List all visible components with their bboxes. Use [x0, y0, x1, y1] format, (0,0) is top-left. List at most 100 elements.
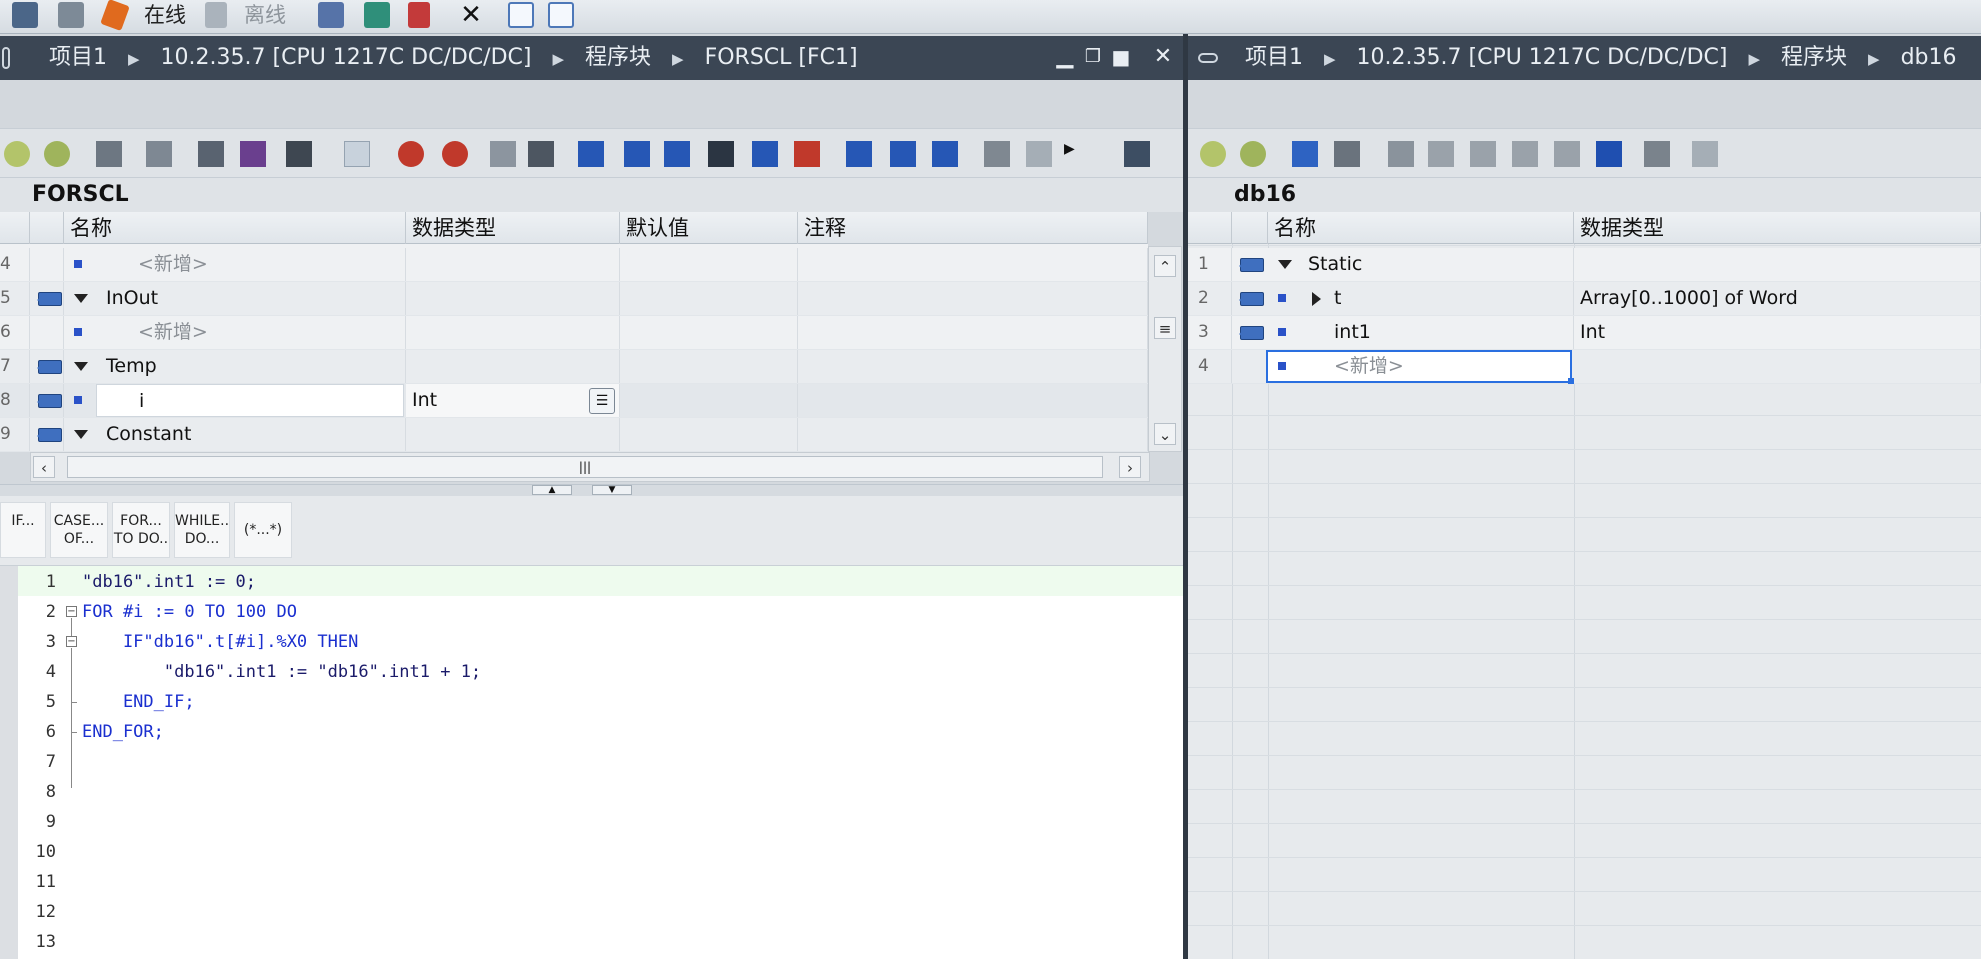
go-online-icon[interactable] — [100, 0, 130, 31]
stop-cpu-icon[interactable] — [408, 2, 430, 28]
prev-bookmark-icon[interactable] — [890, 141, 916, 167]
column-name[interactable]: 名称 — [1268, 212, 1574, 244]
template-for[interactable]: FOR... TO DO.. — [112, 502, 170, 558]
table-row[interactable]: 6 <新增> — [0, 316, 1148, 350]
close-cross-icon[interactable]: ✕ — [458, 2, 484, 28]
scroll-left-icon[interactable]: ‹ — [33, 456, 55, 478]
copy-snapshot-icon[interactable] — [1334, 141, 1360, 167]
accessible-devices-icon[interactable] — [318, 2, 344, 28]
export-icon[interactable] — [96, 141, 122, 167]
monitor-glasses-icon[interactable] — [1026, 141, 1052, 167]
column-name[interactable]: 名称 — [64, 212, 406, 244]
breadcrumb-project[interactable]: 项目1 — [1245, 36, 1303, 80]
monitor-icon[interactable] — [286, 141, 312, 167]
column-comment[interactable]: 注释 — [798, 212, 1148, 244]
variable-name[interactable]: int1 — [1268, 316, 1574, 349]
add-new-label[interactable]: <新增> — [64, 248, 406, 281]
float-icon[interactable]: ❐ — [1080, 44, 1106, 70]
bookmark-icon[interactable] — [846, 141, 872, 167]
section-name[interactable]: InOut — [64, 282, 406, 315]
format-icon[interactable] — [708, 141, 734, 167]
split-down-icon[interactable]: ▼ — [592, 485, 632, 495]
add-new-label[interactable]: <新增> — [1268, 350, 1568, 383]
table-row[interactable]: 5 InOut — [0, 282, 1148, 316]
goto-icon[interactable] — [752, 141, 778, 167]
pin-icon[interactable] — [2, 47, 10, 69]
horizontal-scrollbar[interactable]: ‹ ||| › — [30, 452, 1150, 482]
datatype-field[interactable]: Int — [406, 384, 620, 417]
more-arrow-icon[interactable]: ▶ — [1064, 141, 1090, 167]
breadcrumb-program-blocks[interactable]: 程序块 — [1781, 36, 1847, 80]
comment-icon[interactable] — [490, 141, 516, 167]
split-up-icon[interactable]: ▲ — [532, 485, 572, 495]
code-line[interactable]: "db16".int1 := "db16".int1 + 1; — [82, 662, 481, 682]
code-line[interactable]: "db16".int1 := 0; — [82, 572, 256, 592]
pin-icon[interactable] — [1198, 53, 1218, 63]
column-default[interactable]: 默认值 — [620, 212, 798, 244]
syntax-icon[interactable] — [344, 141, 370, 167]
table-row[interactable]: 2 t Array[0..1000] of Word — [1188, 282, 1981, 316]
watch-icon[interactable] — [984, 141, 1010, 167]
clear-breakpoint-icon[interactable] — [398, 141, 424, 167]
breadcrumb-project[interactable]: 项目1 — [49, 36, 107, 80]
fold-minus-icon[interactable]: − — [66, 606, 77, 617]
breadcrumb-cpu[interactable]: 10.2.35.7 [CPU 1217C DC/DC/DC] — [161, 36, 532, 80]
insert-row-icon[interactable] — [1200, 141, 1226, 167]
breadcrumb-block[interactable]: FORSCL [FC1] — [705, 36, 858, 80]
datatype-picker-icon[interactable]: ☰ — [589, 388, 615, 414]
clear-all-breakpoints-icon[interactable] — [442, 141, 468, 167]
maximize-icon[interactable]: ■ — [1108, 44, 1134, 70]
section-name[interactable]: Constant — [64, 418, 406, 451]
align-icon[interactable] — [198, 141, 224, 167]
monitor-glasses-icon[interactable] — [1692, 141, 1718, 167]
column-datatype[interactable]: 数据类型 — [406, 212, 620, 244]
start-cpu-icon[interactable] — [364, 2, 390, 28]
compile-icon[interactable] — [12, 2, 38, 28]
section-name[interactable]: Static — [1268, 248, 1574, 281]
fold-minus-icon[interactable]: − — [66, 636, 77, 647]
table-row[interactable]: 3 int1 Int — [1188, 316, 1981, 350]
template-case[interactable]: CASE... OF... — [50, 502, 108, 558]
split-vertical-icon[interactable] — [548, 2, 574, 28]
variable-type[interactable]: Int — [1574, 316, 1981, 349]
interface-icon[interactable] — [146, 141, 172, 167]
code-line[interactable]: END_IF; — [82, 692, 195, 712]
snapshot-icon[interactable] — [1292, 141, 1318, 167]
code-editor[interactable]: 1 2 3 4 5 6 7 8 9 10 11 12 13 − − "db16"… — [0, 566, 1183, 959]
keep-values-icon[interactable] — [1388, 141, 1414, 167]
set-start-values-icon[interactable] — [1512, 141, 1538, 167]
table-row[interactable]: 7 Temp — [0, 350, 1148, 384]
minimize-icon[interactable]: ▁ — [1052, 44, 1078, 70]
variable-name-field[interactable]: i — [96, 384, 404, 417]
table-row[interactable]: 9 Constant — [0, 418, 1148, 452]
next-bookmark-icon[interactable] — [932, 141, 958, 167]
add-row-icon[interactable] — [44, 141, 70, 167]
splitter[interactable]: ▲ ▼ — [0, 484, 1183, 496]
template-if[interactable]: IF... — [0, 502, 46, 558]
split-horizontal-icon[interactable] — [508, 2, 534, 28]
template-while[interactable]: WHILE.. DO... — [174, 502, 230, 558]
scroll-up-icon[interactable]: ⌃ — [1154, 255, 1176, 277]
code-line[interactable]: END_FOR; — [82, 722, 164, 742]
jump-icon[interactable] — [240, 141, 266, 167]
breadcrumb-program-blocks[interactable]: 程序块 — [585, 36, 651, 80]
section-name[interactable]: Temp — [64, 350, 406, 383]
variable-name[interactable]: t — [1268, 282, 1574, 315]
increase-indent-icon[interactable] — [624, 141, 650, 167]
insert-row-icon[interactable] — [4, 141, 30, 167]
template-comment[interactable]: (*...*) — [234, 502, 292, 558]
table-row[interactable]: 1 Static — [1188, 248, 1981, 282]
go-offline-icon[interactable] — [205, 2, 227, 28]
decrease-indent-icon[interactable] — [664, 141, 690, 167]
table-row[interactable]: 4 <新增> — [1188, 350, 1981, 384]
load-start-values-icon[interactable] — [1428, 141, 1454, 167]
scroll-right-icon[interactable]: › — [1119, 456, 1141, 478]
add-row-icon[interactable] — [1240, 141, 1266, 167]
scroll-thumb[interactable]: ||| — [67, 456, 1103, 478]
table-row[interactable]: 8 i Int ☰ — [0, 384, 1148, 418]
add-new-label[interactable]: <新增> — [64, 316, 406, 349]
code-line[interactable]: IF"db16".t[#i].%X0 THEN — [82, 632, 358, 652]
breadcrumb-cpu[interactable]: 10.2.35.7 [CPU 1217C DC/DC/DC] — [1357, 36, 1728, 80]
expand-all-icon[interactable] — [1596, 141, 1622, 167]
initialize-icon[interactable] — [1554, 141, 1580, 167]
